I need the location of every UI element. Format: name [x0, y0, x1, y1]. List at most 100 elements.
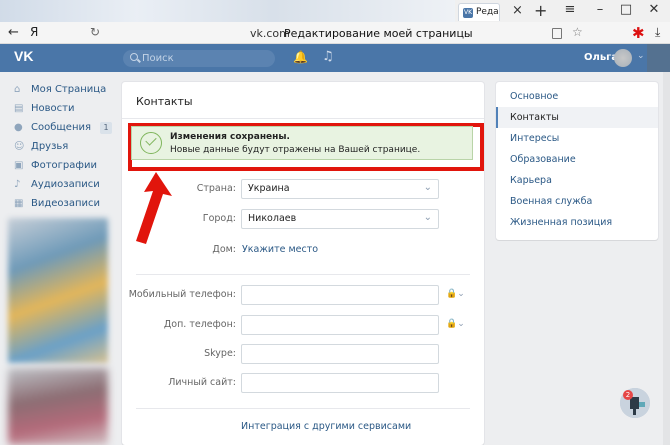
set-location-link[interactable]: Укажите место [242, 244, 318, 255]
audio-icon: ♪ [14, 179, 21, 190]
checkmark-circle-icon [140, 132, 162, 154]
back-arrow-icon[interactable]: ← [8, 25, 19, 40]
bookmark-star-icon[interactable]: ☆ [572, 25, 583, 39]
sidebar-item-friends[interactable]: ☺ Друзья [14, 139, 114, 157]
city-label: Город: [202, 213, 236, 224]
divider [136, 274, 470, 275]
sidebar-item-news[interactable]: ▤ Новости [14, 101, 114, 119]
mobile-label: Мобильный телефон: [128, 289, 236, 300]
sidebar-item-label: Сообщения [31, 122, 92, 133]
skype-row: Skype: [136, 344, 236, 364]
sidebar-item-label: Друзья [31, 141, 69, 152]
vk-logo[interactable]: VK [14, 48, 36, 68]
blurred-ad-image[interactable] [8, 368, 108, 445]
friends-icon: ☺ [14, 141, 25, 152]
tab-label: Реда [476, 7, 499, 17]
banner-title: Изменения сохранены. [170, 132, 290, 142]
contacts-card: Контакты Изменения сохранены. Новые данн… [122, 82, 484, 445]
video-icon: ▦ [14, 198, 24, 209]
sidebar-item-label: Моя Страница [31, 84, 107, 95]
chevron-down-icon[interactable]: ⌄ [637, 51, 645, 61]
site-row: Личный сайт: [136, 373, 236, 393]
divider [136, 408, 470, 409]
skype-input[interactable] [241, 344, 439, 364]
privacy-lock-icon[interactable]: 🔒⌄ [446, 289, 465, 299]
mobile-row: Мобильный телефон: [129, 285, 236, 305]
address-bar: ← Я ↻ vk.com Редактирование моей страниц… [0, 22, 670, 44]
messages-count-badge: 1 [100, 122, 112, 134]
minimize-icon[interactable]: – [590, 2, 610, 17]
nav-item-basic[interactable]: Основное [496, 86, 658, 107]
annotation-arrow-icon [136, 172, 172, 244]
vk-favicon-icon: VK [463, 8, 473, 18]
sidebar-item-label: Новости [31, 103, 75, 114]
reload-icon[interactable]: ↻ [90, 25, 100, 39]
search-icon [130, 53, 138, 61]
bell-icon[interactable]: 🔔 [293, 50, 308, 64]
extra-phone-label: Доп. телефон: [163, 319, 236, 330]
divider [122, 118, 484, 119]
sidebar-item-video[interactable]: ▦ Видеозаписи [14, 196, 114, 214]
nav-item-interests[interactable]: Интересы [496, 128, 658, 149]
new-tab-icon[interactable]: + [534, 1, 547, 20]
avatar[interactable] [614, 49, 632, 67]
integration-link[interactable]: Интеграция с другими сервисами [241, 421, 411, 432]
sidebar-item-label: Фотографии [31, 160, 97, 171]
messages-icon: ● [14, 122, 23, 133]
nav-item-life-position[interactable]: Жизненная позиция [496, 212, 658, 233]
city-value: Николаев [248, 213, 297, 224]
skype-label: Skype: [204, 348, 236, 359]
blurred-edge [647, 44, 670, 72]
chevron-down-icon: ⌄ [423, 182, 432, 193]
extra-phone-input[interactable] [241, 315, 439, 335]
camera-icon: ▣ [14, 160, 24, 171]
browser-titlebar: VK Реда × + ≡ – □ ✕ [0, 0, 670, 22]
sidebar-item-label: Аудиозаписи [31, 179, 100, 190]
blurred-background [0, 0, 455, 22]
news-icon: ▤ [14, 103, 24, 114]
nav-item-contacts[interactable]: Контакты [496, 107, 658, 128]
menu-icon[interactable]: ≡ [560, 2, 580, 17]
browser-tab[interactable]: VK Реда [458, 3, 500, 21]
search-box[interactable] [123, 50, 275, 67]
user-name[interactable]: Ольга [584, 52, 618, 63]
clipboard-icon[interactable] [552, 28, 562, 39]
extension-icon[interactable]: ✱ [632, 24, 645, 42]
maximize-icon[interactable]: □ [616, 2, 636, 17]
home-icon: ⌂ [14, 84, 21, 95]
mobile-phone-input[interactable] [241, 285, 439, 305]
nav-item-career[interactable]: Карьера [496, 170, 658, 191]
home-label: Дом: [212, 244, 236, 255]
sidebar-item-messages[interactable]: ● Сообщения 1 [14, 120, 114, 138]
scrollbar[interactable] [663, 72, 670, 445]
sidebar-item-my-page[interactable]: ⌂ Моя Страница [14, 82, 114, 100]
vk-header: VK 🔔 ♫ Ольга ⌄ [0, 44, 670, 72]
tab-close-icon[interactable]: × [512, 3, 523, 18]
country-label: Страна: [196, 183, 236, 194]
site-label: Личный сайт: [168, 377, 236, 388]
privacy-lock-icon[interactable]: 🔒⌄ [446, 319, 465, 329]
left-sidebar: ⌂ Моя Страница ▤ Новости ● Сообщения 1 ☺… [0, 72, 120, 445]
sidebar-item-photos[interactable]: ▣ Фотографии [14, 158, 114, 176]
url-page-title[interactable]: Редактирование моей страницы [284, 27, 473, 40]
nav-item-education[interactable]: Образование [496, 149, 658, 170]
country-select[interactable]: Украина ⌄ [241, 179, 439, 199]
personal-site-input[interactable] [241, 373, 439, 393]
close-window-icon[interactable]: ✕ [644, 2, 664, 17]
sidebar-item-label: Видеозаписи [31, 198, 101, 209]
chevron-down-icon: ⌄ [423, 212, 432, 223]
success-banner: Изменения сохранены. Новые данные будут … [131, 126, 473, 160]
city-select[interactable]: Николаев ⌄ [241, 209, 439, 229]
page-title: Контакты [136, 95, 193, 108]
extra-phone-row: Доп. телефон: [136, 315, 236, 335]
banner-text: Новые данные будут отражены на Вашей стр… [170, 145, 421, 155]
country-value: Украина [248, 183, 290, 194]
sidebar-item-audio[interactable]: ♪ Аудиозаписи [14, 177, 114, 195]
nav-item-military[interactable]: Военная служба [496, 191, 658, 212]
search-input[interactable] [142, 51, 267, 66]
chat-notification-badge: 2 [623, 390, 633, 400]
blurred-ad-image[interactable] [8, 218, 108, 363]
yandex-logo[interactable]: Я [30, 25, 38, 39]
download-icon[interactable]: ⤓ [655, 25, 660, 40]
music-icon[interactable]: ♫ [322, 49, 334, 64]
